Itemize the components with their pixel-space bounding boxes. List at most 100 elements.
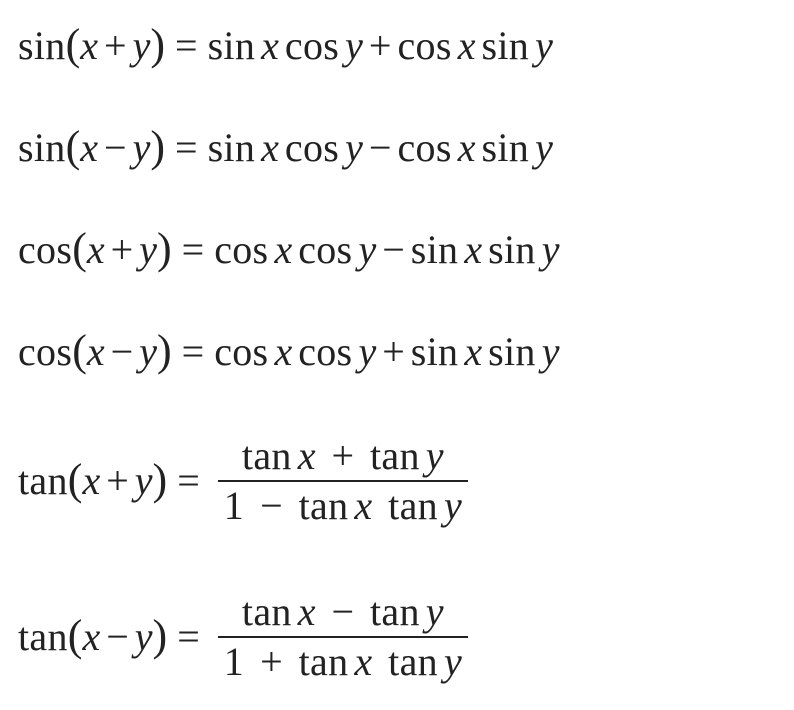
open-paren: ( xyxy=(72,329,87,373)
fn: sin xyxy=(18,128,66,168)
term: x xyxy=(464,230,482,270)
open-paren: ( xyxy=(66,23,81,67)
arg-x: x xyxy=(87,230,105,270)
term: cos xyxy=(397,128,451,168)
close-paren: ) xyxy=(153,614,168,658)
arg-op: − xyxy=(100,617,135,657)
term: x xyxy=(458,128,476,168)
arg-y: y xyxy=(135,617,153,657)
term: tan xyxy=(299,483,349,528)
term: sin xyxy=(411,230,459,270)
lhs: tan ( x + y ) xyxy=(18,459,167,503)
numerator: tanx + tany xyxy=(236,432,450,480)
op: − xyxy=(325,589,360,634)
open-paren: ( xyxy=(68,614,83,658)
one: 1 xyxy=(224,639,244,684)
term: y xyxy=(345,128,363,168)
term: y xyxy=(358,332,376,372)
term: tan xyxy=(370,433,420,478)
term: x xyxy=(298,589,316,634)
term: sin xyxy=(208,26,256,66)
open-paren: ( xyxy=(66,125,81,169)
close-paren: ) xyxy=(153,458,168,502)
lhs: tan ( x − y ) xyxy=(18,615,167,659)
fraction: tanx + tany 1 − tanx tany xyxy=(218,432,468,530)
equals-sign: = xyxy=(165,26,208,66)
equals-sign: = xyxy=(167,461,210,501)
equation-tan-sum: tan ( x + y ) = tanx + tany 1 − tanx tan… xyxy=(18,432,794,530)
fraction: tanx − tany 1 + tanx tany xyxy=(218,588,468,686)
rhs: sinx cosy + cosx siny xyxy=(208,26,553,66)
op: + xyxy=(363,26,398,66)
term: sin xyxy=(481,26,529,66)
term: tan xyxy=(388,639,438,684)
numerator: tanx − tany xyxy=(236,588,450,636)
arg-op: + xyxy=(98,26,133,66)
op: + xyxy=(376,332,411,372)
term: y xyxy=(358,230,376,270)
arg-x: x xyxy=(87,332,105,372)
term: cos xyxy=(285,26,339,66)
term: sin xyxy=(488,332,536,372)
arg-y: y xyxy=(133,128,151,168)
open-paren: ( xyxy=(72,227,87,271)
fn: cos xyxy=(18,332,72,372)
denominator: 1 + tanx tany xyxy=(218,638,468,686)
term: cos xyxy=(298,230,352,270)
arg-op: − xyxy=(105,332,140,372)
arg-x: x xyxy=(80,26,98,66)
term: tan xyxy=(242,433,292,478)
term: y xyxy=(542,230,560,270)
close-paren: ) xyxy=(157,227,172,271)
term: tan xyxy=(242,589,292,634)
rhs: cosx cosy − sinx siny xyxy=(214,230,559,270)
term: y xyxy=(444,483,462,528)
equals-sign: = xyxy=(167,617,210,657)
fn: tan xyxy=(18,617,68,657)
equals-sign: = xyxy=(172,230,215,270)
term: x xyxy=(298,433,316,478)
term: y xyxy=(426,589,444,634)
arg-x: x xyxy=(82,461,100,501)
term: x xyxy=(261,128,279,168)
term: x xyxy=(274,332,292,372)
term: x xyxy=(464,332,482,372)
equation-cos-sum: cos ( x + y ) = cosx cosy − sinx siny xyxy=(18,228,794,272)
term: sin xyxy=(488,230,536,270)
denominator: 1 − tanx tany xyxy=(218,482,468,530)
term: y xyxy=(444,639,462,684)
arg-op: − xyxy=(98,128,133,168)
arg-x: x xyxy=(80,128,98,168)
close-paren: ) xyxy=(150,125,165,169)
equation-tan-diff: tan ( x − y ) = tanx − tany 1 + tanx tan… xyxy=(18,588,794,686)
close-paren: ) xyxy=(157,329,172,373)
fn: cos xyxy=(18,230,72,270)
term: x xyxy=(354,483,372,528)
term: cos xyxy=(214,230,268,270)
op: + xyxy=(254,639,289,684)
term: cos xyxy=(397,26,451,66)
term: cos xyxy=(214,332,268,372)
rhs: cosx cosy + sinx siny xyxy=(214,332,559,372)
term: y xyxy=(345,26,363,66)
equals-sign: = xyxy=(165,128,208,168)
arg-y: y xyxy=(139,230,157,270)
op: − xyxy=(376,230,411,270)
term: y xyxy=(535,26,553,66)
term: x xyxy=(261,26,279,66)
op: − xyxy=(254,483,289,528)
term: sin xyxy=(481,128,529,168)
term: y xyxy=(542,332,560,372)
fn: tan xyxy=(18,461,68,501)
term: tan xyxy=(299,639,349,684)
arg-y: y xyxy=(139,332,157,372)
term: sin xyxy=(208,128,256,168)
term: tan xyxy=(370,589,420,634)
arg-y: y xyxy=(133,26,151,66)
equation-cos-diff: cos ( x − y ) = cosx cosy + sinx siny xyxy=(18,330,794,374)
one: 1 xyxy=(224,483,244,528)
arg-op: + xyxy=(100,461,135,501)
term: x xyxy=(354,639,372,684)
arg-y: y xyxy=(135,461,153,501)
lhs: sin ( x − y ) xyxy=(18,126,165,170)
